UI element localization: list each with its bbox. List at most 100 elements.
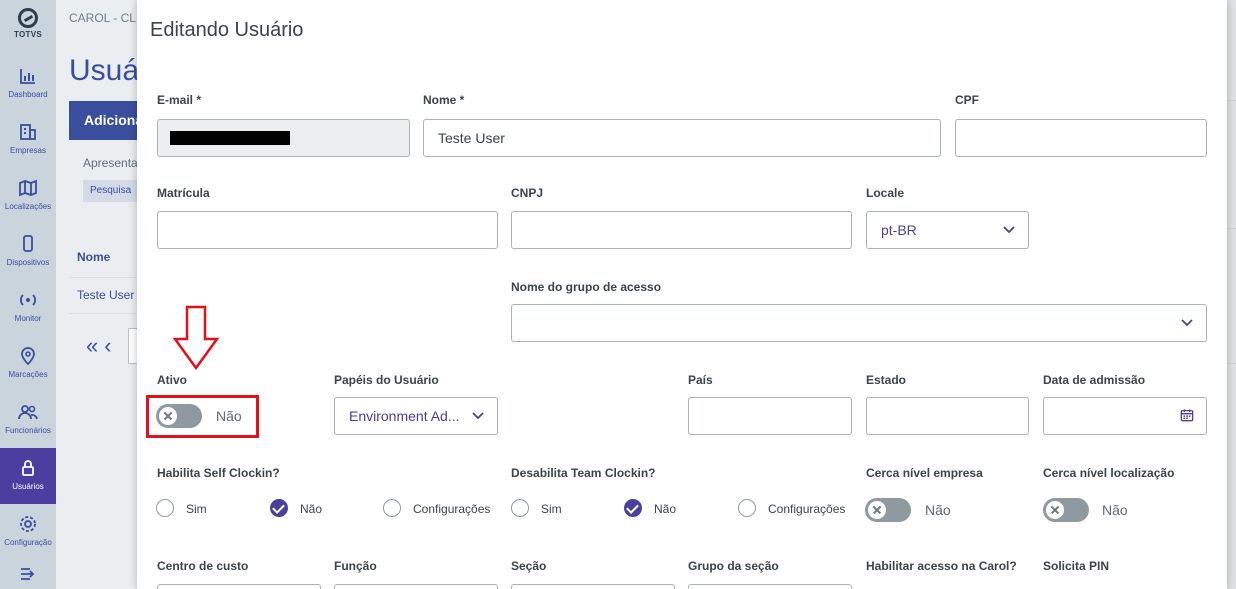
sidebar-item-usuarios[interactable]: Usuários (0, 448, 56, 504)
self-clockin-option-nao: Não (300, 502, 323, 516)
table-header-nome[interactable]: Nome (69, 236, 139, 278)
self-clockin-radio-nao[interactable] (270, 499, 288, 517)
chevron-down-icon (1181, 319, 1193, 327)
self-clockin-option-configuracoes: Configurações (413, 502, 491, 516)
totvs-logo[interactable]: TOTVS (0, 6, 56, 50)
ativo-label: Ativo (157, 373, 187, 387)
data-admissao-label: Data de admissão (1043, 373, 1146, 387)
self-clockin-radio-sim[interactable] (156, 499, 174, 517)
locale-label: Locale (866, 186, 905, 200)
locale-select[interactable]: pt-BR (866, 211, 1029, 249)
team-clockin-option-configuracoes: Configurações (768, 502, 846, 516)
papeis-value: Environment Ad... (349, 408, 460, 424)
solicita-pin-label: Solicita PIN (1043, 559, 1110, 573)
cnpj-label: CNPJ (511, 186, 544, 200)
cerca-empresa-toggle[interactable] (865, 498, 911, 522)
sidebar-item-dashboard[interactable]: Dashboard (0, 56, 56, 112)
broadcast-icon (20, 294, 36, 306)
search-chip[interactable]: Pesquisa (83, 180, 138, 202)
edit-user-modal: Editando Usuário E-mail * Nome * Teste U… (137, 0, 1227, 589)
present-label: Apresentar (83, 156, 142, 170)
cnpj-field[interactable] (511, 211, 852, 249)
sidebar-item-label: Configuração (4, 538, 52, 547)
papeis-select[interactable]: Environment Ad... (334, 397, 498, 435)
annotation-arrow-icon (172, 305, 220, 371)
acesso-carol-label: Habilitar acesso na Carol? (866, 559, 1017, 573)
funcao-label: Função (334, 559, 377, 573)
grupo-acesso-select[interactable] (511, 304, 1207, 342)
sidebar-item-empresas[interactable]: Empresas (0, 112, 56, 168)
cerca-empresa-label: Cerca nível empresa (866, 466, 983, 480)
sidebar-item-label: Monitor (14, 314, 42, 323)
team-clockin-label: Desabilita Team Clockin? (511, 466, 656, 480)
sidebar-expand-button[interactable] (0, 556, 56, 589)
annotation-highlight-box (146, 395, 259, 438)
locale-value: pt-BR (881, 222, 917, 238)
secao-label: Seção (511, 559, 547, 573)
cpf-label: CPF (955, 93, 979, 107)
close-icon (1046, 501, 1064, 519)
funcao-field[interactable] (334, 584, 498, 589)
users-icon (18, 405, 38, 420)
team-clockin-radio-configuracoes[interactable] (738, 499, 756, 517)
sidebar-item-configuracao[interactable]: Configuração (0, 504, 56, 550)
papeis-label: Papéis do Usuário (334, 373, 439, 387)
location-pin-icon (21, 347, 35, 366)
expand-icon (21, 568, 35, 580)
nome-label: Nome * (423, 93, 465, 107)
self-clockin-label: Habilita Self Clockin? (157, 466, 280, 480)
building-icon (20, 124, 36, 140)
cerca-localizacao-label: Cerca nível localização (1043, 466, 1175, 480)
cpf-field[interactable] (955, 119, 1207, 157)
calendar-icon[interactable] (1180, 408, 1194, 422)
totvs-logo-icon (18, 8, 38, 28)
matricula-field[interactable] (157, 211, 498, 249)
estado-field[interactable] (866, 397, 1029, 435)
secao-field[interactable] (511, 584, 675, 589)
email-label: E-mail * (157, 93, 202, 107)
email-field (157, 119, 410, 157)
phone-icon (23, 235, 33, 252)
team-clockin-radio-sim[interactable] (511, 499, 529, 517)
self-clockin-radio-configuracoes[interactable] (383, 499, 401, 517)
data-admissao-field[interactable] (1043, 397, 1207, 435)
chevron-down-icon (1003, 226, 1015, 234)
nome-field[interactable]: Teste User (423, 119, 941, 157)
grupo-secao-label: Grupo da seção (688, 559, 779, 573)
grupo-secao-field[interactable] (688, 584, 852, 589)
cerca-empresa-toggle-text: Não (925, 502, 951, 518)
lock-icon (22, 460, 34, 476)
bar-chart-icon (20, 69, 35, 84)
centro-custo-field[interactable] (157, 584, 321, 589)
page-title: Usuá (69, 54, 140, 87)
pagination-first-prev[interactable]: «‹ (86, 333, 118, 359)
pais-label: País (688, 373, 713, 387)
centro-custo-label: Centro de custo (157, 559, 249, 573)
sidebar-item-monitor[interactable]: Monitor (0, 280, 56, 336)
redacted-email (170, 131, 290, 145)
grupo-acesso-label: Nome do grupo de acesso (511, 280, 662, 294)
sidebar-item-label: Usuários (12, 482, 44, 491)
sidebar-item-localizacoes[interactable]: Localizações (0, 168, 56, 224)
sidebar-item-funcionarios[interactable]: Funcionários (0, 392, 56, 448)
sidebar-item-marcacoes[interactable]: Marcações (0, 336, 56, 392)
modal-title: Editando Usuário (150, 19, 304, 41)
sidebar-item-label: Funcionários (5, 426, 51, 435)
cerca-localizacao-toggle-text: Não (1102, 502, 1128, 518)
sidebar-item-label: Dashboard (8, 90, 48, 99)
sidebar-item-label: Localizações (4, 202, 52, 211)
map-icon (19, 179, 37, 197)
chevron-down-icon (472, 412, 484, 420)
team-clockin-option-nao: Não (654, 502, 677, 516)
sidebar-item-label: Dispositivos (6, 258, 50, 267)
breadcrumb[interactable]: CAROL - CL (69, 11, 136, 25)
sidebar-item-dispositivos[interactable]: Dispositivos (0, 224, 56, 280)
self-clockin-option-sim: Sim (186, 502, 207, 516)
cerca-localizacao-toggle[interactable] (1043, 498, 1089, 522)
estado-label: Estado (866, 373, 907, 387)
table-row[interactable]: Teste User (69, 280, 139, 314)
team-clockin-radio-nao[interactable] (624, 499, 642, 517)
sidebar-item-label: Marcações (8, 370, 48, 379)
close-icon (868, 501, 886, 519)
pais-field[interactable] (688, 397, 852, 435)
